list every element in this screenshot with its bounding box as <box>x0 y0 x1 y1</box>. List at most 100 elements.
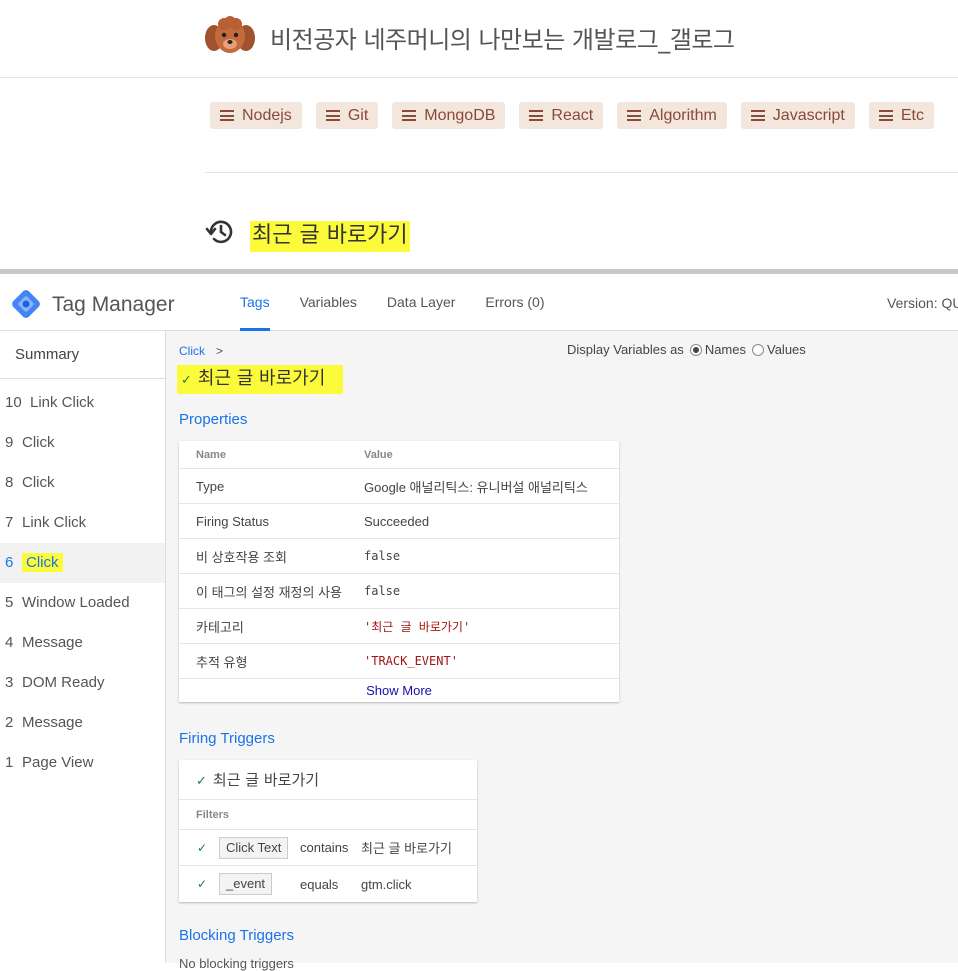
tab-data-layer[interactable]: Data Layer <box>387 274 455 331</box>
sidebar-event-8[interactable]: 8 Click <box>0 463 165 503</box>
sidebar-event-1[interactable]: 1 Page View <box>0 743 165 783</box>
gtm-toolbar: Tag Manager Tags Variables Data Layer Er… <box>0 274 958 331</box>
sidebar-event-3[interactable]: 3 DOM Ready <box>0 663 165 703</box>
gtm-brand: Tag Manager <box>52 293 175 316</box>
check-icon: ✓ <box>196 774 207 789</box>
category-label: Algorithm <box>649 106 717 124</box>
event-number: 9 <box>5 434 14 451</box>
event-number: 6 <box>5 554 14 571</box>
category-label: MongoDB <box>424 106 496 124</box>
trigger-name: ✓ 최근 글 바로가기 <box>179 760 477 800</box>
properties-table: Name Value Type Google 애널리틱스: 유니버설 애널리틱스… <box>179 441 619 702</box>
history-icon <box>205 220 233 244</box>
filter-row: ✓ _event equals gtm.click <box>179 866 477 902</box>
filter-row: ✓ Click Text contains 최근 글 바로가기 <box>179 830 477 866</box>
sidebar-event-6[interactable]: 6 Click <box>0 543 165 583</box>
sidebar-item-summary[interactable]: Summary <box>0 331 165 379</box>
values-radio-label[interactable]: Values <box>767 342 806 357</box>
property-value: Succeeded <box>364 513 430 529</box>
event-number: 2 <box>5 714 14 731</box>
event-label: Click <box>22 434 55 451</box>
menu-icon <box>878 110 893 121</box>
filter-operator: contains <box>300 840 349 855</box>
event-label: DOM Ready <box>22 674 105 691</box>
table-row: 카테고리 '최근 글 바로가기' <box>179 609 619 644</box>
event-label: Link Click <box>22 514 87 531</box>
tag-manager-logo-icon <box>12 290 40 318</box>
gtm-tabs: Tags Variables Data Layer Errors (0) <box>240 274 575 331</box>
breadcrumb-separator: > <box>216 344 224 358</box>
table-row: 비 상호작용 조회 false <box>179 539 619 574</box>
category-react[interactable]: React <box>519 102 604 129</box>
event-number: 3 <box>5 674 14 691</box>
show-more-link[interactable]: Show More <box>179 679 619 702</box>
property-name: Type <box>196 478 225 494</box>
category-nodejs[interactable]: Nodejs <box>210 102 302 129</box>
tab-variables[interactable]: Variables <box>300 274 357 331</box>
values-radio[interactable] <box>752 343 764 356</box>
sidebar-event-10[interactable]: 10 Link Click <box>0 383 165 423</box>
sidebar-event-9[interactable]: 9 Click <box>0 423 165 463</box>
menu-icon <box>220 110 234 121</box>
category-javascript[interactable]: Javascript <box>740 102 855 129</box>
event-number: 5 <box>5 594 14 611</box>
sidebar-event-7[interactable]: 7 Link Click <box>0 503 165 543</box>
table-header: Name Value <box>179 441 619 469</box>
tag-title-text: 최근 글 바로가기 <box>197 368 326 389</box>
event-label: Click <box>22 553 63 572</box>
tag-detail-panel: Click > Display Variables as Names Value… <box>166 331 958 971</box>
names-radio[interactable] <box>689 343 702 356</box>
filter-value: 최근 글 바로가기 <box>361 841 452 856</box>
recent-posts-link[interactable]: 최근 글 바로가기 <box>250 217 410 252</box>
category-algorithm[interactable]: Algorithm <box>617 102 727 129</box>
display-variables-label: Display Variables as <box>567 342 684 357</box>
filter-operator: equals <box>300 876 339 892</box>
event-list: 10 Link Click 9 Click 8 Click 7 Link Click 6… <box>0 383 165 783</box>
blog-header: 비전공자 네주머니의 나만보는 개발로그_갤로그 <box>0 0 958 78</box>
check-icon: ✓ <box>197 840 208 855</box>
breadcrumb-link[interactable]: Click <box>179 344 205 358</box>
event-number: 1 <box>5 754 14 771</box>
event-label: Message <box>22 634 83 651</box>
category-label: Git <box>347 106 369 124</box>
event-label: Message <box>22 714 83 731</box>
tab-tags[interactable]: Tags <box>240 274 270 331</box>
property-value: false <box>364 584 401 598</box>
property-name: 추적 유형 <box>196 654 248 670</box>
category-label: React <box>551 106 594 124</box>
menu-icon <box>402 110 417 121</box>
names-radio-label[interactable]: Names <box>705 342 746 357</box>
sidebar-event-5[interactable]: 5 Window Loaded <box>0 583 165 623</box>
property-name: 비 상호작용 조회 <box>196 549 287 565</box>
property-value: '최근 글 바로가기' <box>364 619 471 634</box>
tab-errors[interactable]: Errors (0) <box>485 274 544 331</box>
filters-label: Filters <box>179 800 477 830</box>
property-value: 'TRACK_EVENT' <box>364 654 458 668</box>
property-name: Firing Status <box>196 513 269 529</box>
event-number: 7 <box>5 514 14 531</box>
event-label: Click <box>22 474 55 491</box>
property-value: Google 애널리틱스: 유니버설 애널리틱스 <box>364 479 588 495</box>
property-name: 이 태그의 설정 재정의 사용 <box>196 584 343 600</box>
check-icon: ✓ <box>197 877 208 891</box>
blog-title[interactable]: 비전공자 네주머니의 나만보는 개발로그_갤로그 <box>270 20 735 55</box>
category-git[interactable]: Git <box>315 102 379 129</box>
filter-variable-chip: _event <box>219 873 273 895</box>
sidebar-event-2[interactable]: 2 Message <box>0 703 165 743</box>
category-label: Nodejs <box>242 106 292 124</box>
filter-value: gtm.click <box>361 876 412 892</box>
category-mongodb[interactable]: MongoDB <box>392 102 506 129</box>
name-column-header: Name <box>196 448 226 461</box>
poodle-logo-icon[interactable] <box>204 16 256 56</box>
no-blocking-triggers-text: No blocking triggers <box>179 956 294 971</box>
divider <box>205 172 958 173</box>
event-number: 4 <box>5 634 14 651</box>
menu-icon <box>529 110 544 121</box>
sidebar-event-4[interactable]: 4 Message <box>0 623 165 663</box>
event-label: Link Click <box>30 394 95 411</box>
event-label: Window Loaded <box>22 594 130 611</box>
firing-trigger-card: ✓ 최근 글 바로가기 Filters ✓ Click Text contains… <box>179 760 477 902</box>
category-etc[interactable]: Etc <box>868 102 934 129</box>
property-value: false <box>364 549 401 563</box>
firing-triggers-heading: Firing Triggers <box>179 730 275 747</box>
